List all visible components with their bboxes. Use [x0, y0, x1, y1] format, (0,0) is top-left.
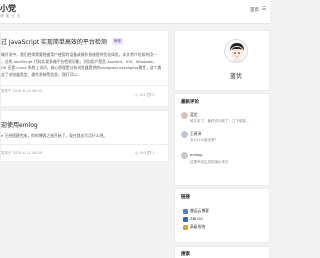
post-card: 迎使用emlog e 已经搭建完成，你的博客之旅开始了，现在就去写点什么吧。 发…: [0, 110, 169, 162]
nav-home-link[interactable]: 首页: [250, 7, 259, 13]
excerpt-line: e 已经搭建完成，你的博客之旅开始了，现在就去写点什么吧。: [1, 133, 108, 138]
comment-user[interactable]: 蓝优: [190, 112, 198, 118]
recent-comments-panel: 最新评论 蓝优 哈文末了，最终说问到了，之下错量... 王继泽 怎么什么都没有？…: [174, 93, 270, 186]
links-panel: 链接 搬运云博客 ZBLOG 高级系统: [174, 188, 270, 243]
profile-card: 蓝优: [174, 30, 270, 91]
post-meta: 发布于 2025-6-13 08:00: [1, 89, 42, 93]
link-item[interactable]: ZBLOG: [183, 216, 203, 222]
link-label: 搬运云博客: [190, 208, 209, 213]
comment-text[interactable]: 这是系统生成的演示评论: [190, 160, 229, 165]
post-title[interactable]: 迎使用emlog: [1, 120, 38, 129]
menu-icon[interactable]: ☰: [262, 7, 266, 12]
comment-avatar: [181, 152, 188, 159]
post-tag[interactable]: 教程: [112, 38, 123, 45]
link-item[interactable]: 高级系统: [183, 224, 205, 230]
comment-text[interactable]: 怎么什么都没有？: [190, 138, 218, 143]
comment-text[interactable]: 哈文末了，最终说问到了，之下错量...: [190, 119, 249, 124]
comment-user[interactable]: 王继泽: [190, 131, 201, 137]
link-icon: [183, 208, 188, 214]
site-subtitle: 博 客 日 志: [0, 14, 21, 18]
post-excerpt: 端开发中，我们经常需要根据用户使用的设备或操作系统提供优化体验。本文将介绍如何用…: [1, 52, 168, 78]
post-card: 过 JavaScript 实现简单高效的平台检测 教程 端开发中，我们经常需要根…: [0, 30, 169, 107]
link-icon: [183, 224, 188, 230]
site-title[interactable]: 小党: [0, 3, 16, 14]
post-stats: ◎ 150 💬 1: [135, 151, 155, 155]
panel-title: 最新评论: [181, 100, 199, 105]
avatar[interactable]: [224, 39, 248, 63]
link-icon: [183, 216, 188, 222]
post-excerpt: e 已经搭建完成，你的博客之旅开始了，现在就去写点什么吧。: [1, 133, 107, 140]
post-title[interactable]: 过 JavaScript 实现简单高效的平台检测: [1, 37, 107, 46]
excerpt-line: OS 还是 Linux 系统上访问，核心原理是分析浏览器提供的navigator…: [1, 65, 162, 70]
panel-title: 搜索: [181, 252, 190, 257]
profile-name[interactable]: 蓝优: [175, 71, 271, 80]
excerpt-line: 含了浏览器类型、操作系统等信息。我们可以...: [1, 71, 81, 77]
link-label: ZBLOG: [190, 216, 204, 221]
link-item[interactable]: 搬运云博客: [183, 208, 209, 214]
top-bar: 小党 博 客 日 志 首页 ☰: [0, 0, 270, 24]
comment-avatar: [181, 131, 188, 138]
avatar-image: [225, 40, 247, 62]
comment-avatar: [181, 112, 188, 119]
divider: [1, 144, 168, 145]
excerpt-line: 端开发中，我们经常需要根据用户使用的设备或操作系统提供优化体验。本文将介绍如何用…: [1, 52, 157, 57]
post-stats: ◎ 151 💬 0: [135, 93, 155, 97]
search-panel: 搜索: [174, 246, 270, 258]
link-label: 高级系统: [190, 224, 206, 229]
post-meta: 发布于 2025-6-11 08:00: [1, 151, 42, 155]
comment-user[interactable]: emlog: [190, 152, 202, 157]
panel-title: 链接: [181, 195, 190, 200]
divider: [1, 85, 168, 86]
